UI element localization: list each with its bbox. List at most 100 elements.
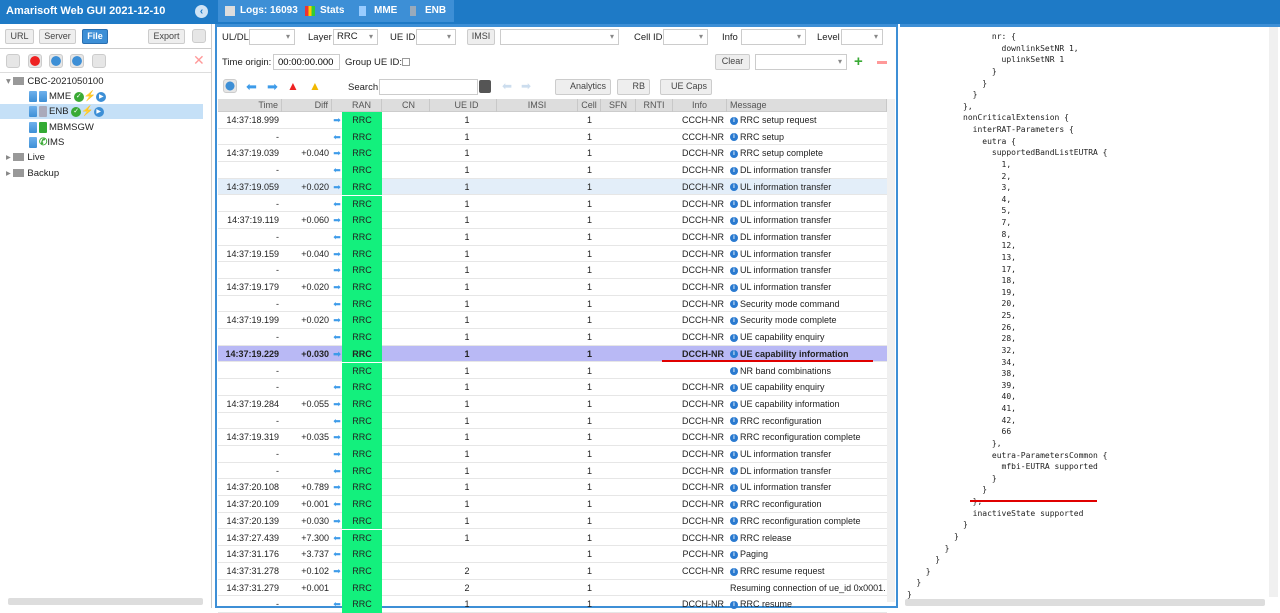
table-row[interactable]: - ⬅ RRC 1 1 DCCH-NR i DL information transfer [218, 195, 887, 213]
info-icon[interactable]: i [730, 534, 738, 543]
info-icon[interactable]: i [730, 350, 738, 359]
server-button[interactable]: Server [39, 29, 76, 44]
uldl-select[interactable] [249, 29, 295, 45]
wrench-icon[interactable] [6, 54, 20, 68]
horizontal-scrollbar[interactable] [8, 598, 203, 605]
info-icon[interactable]: i [730, 567, 738, 576]
analytics-button[interactable]: Analytics [555, 79, 611, 95]
info-icon[interactable]: i [730, 200, 738, 209]
time-origin-input[interactable] [273, 54, 340, 70]
settings-icon[interactable] [192, 29, 206, 43]
info-icon[interactable]: i [730, 500, 738, 509]
close-icon[interactable]: ✕ [193, 52, 205, 69]
search-next-icon[interactable]: ➡ [521, 79, 531, 93]
table-row[interactable]: 14:37:27.439 +7.300 ⬅ RRC 1 1 DCCH-NR i RRC rele… [218, 529, 887, 547]
tree-item-ims[interactable]: ✆IMS [29, 135, 64, 150]
info-icon[interactable]: i [730, 400, 738, 409]
table-row[interactable]: 14:37:19.039 +0.040 ➡ RRC 1 1 DCCH-NR i RRC setu… [218, 145, 887, 163]
play-icon[interactable]: ▶ [96, 91, 107, 102]
tab-stats[interactable]: Stats [298, 0, 354, 22]
table-row[interactable]: 14:37:31.176 +3.737 ⬅ RRC 1 PCCH-NR i Paging [218, 546, 887, 563]
table-row[interactable]: 14:37:18.999 ➡ RRC 1 1 CCCH-NR i RRC setup requ… [218, 112, 887, 129]
url-button[interactable]: URL [5, 29, 34, 44]
info-icon[interactable]: i [730, 417, 738, 426]
level-select[interactable] [841, 29, 883, 45]
info-icon[interactable]: i [730, 300, 738, 309]
cellid-select[interactable] [663, 29, 708, 45]
horizontal-scrollbar[interactable] [905, 599, 1265, 606]
info-icon[interactable]: i [730, 467, 738, 476]
table-row[interactable]: 14:37:19.319 +0.035 ➡ RRC 1 1 DCCH-NR i RRC reco… [218, 429, 887, 446]
file-button[interactable]: File [82, 29, 108, 44]
info-icon[interactable]: i [730, 133, 738, 142]
info-icon[interactable]: i [730, 367, 738, 376]
info-icon[interactable]: i [730, 317, 738, 326]
table-row[interactable]: - ⬅ RRC 1 1 DCCH-NR i RRC reconfiguration [218, 412, 887, 430]
table-row[interactable]: 14:37:20.109 +0.001 ⬅ RRC 1 1 DCCH-NR i RRC reco… [218, 496, 887, 513]
arrow-left-icon[interactable]: ⬅ [246, 79, 257, 95]
search-prev-icon[interactable]: ⬅ [502, 79, 512, 93]
export-button[interactable]: Export [148, 29, 185, 44]
table-row[interactable]: - ⬅ RRC 1 1 DCCH-NR i DL information transfer [218, 228, 887, 246]
column-header-diff[interactable]: Diff [282, 99, 332, 112]
info-select[interactable] [741, 29, 806, 45]
info-icon[interactable]: i [730, 333, 738, 342]
info-icon[interactable]: i [730, 116, 738, 125]
info-icon[interactable]: i [730, 484, 738, 493]
column-header-cell[interactable]: Cell [578, 99, 601, 112]
info-icon[interactable]: i [730, 450, 738, 459]
collapse-panel-button[interactable]: ‹ [195, 5, 208, 18]
group-ueid-checkbox[interactable] [402, 58, 410, 66]
column-header-time[interactable]: Time [218, 99, 282, 112]
table-row[interactable]: - ➡ RRC 1 1 DCCH-NR i UL information transfer [218, 446, 887, 463]
filter-preset-select[interactable] [755, 54, 847, 70]
table-row[interactable]: 14:37:19.284 +0.055 ➡ RRC 1 1 DCCH-NR i UE capab… [218, 395, 887, 413]
info-icon[interactable]: i [730, 433, 738, 442]
table-row[interactable]: 14:37:19.059 +0.020 ➡ RRC 1 1 DCCH-NR i UL infor… [218, 178, 887, 196]
info-icon[interactable]: i [730, 150, 738, 159]
tree-root[interactable]: ▾ CBC-2021050100 [6, 74, 103, 89]
column-header-ue-id[interactable]: UE ID [437, 99, 497, 112]
tree-folder-backup[interactable]: ▸ Backup [6, 166, 59, 181]
add-icon[interactable]: + [854, 54, 863, 69]
info-icon[interactable]: i [730, 166, 738, 175]
tree-item-mbmsgw[interactable]: MBMSGW [29, 120, 94, 135]
column-header-rnti[interactable]: RNTI [636, 99, 673, 112]
column-header-ran[interactable]: RAN [342, 99, 382, 112]
info-icon[interactable]: i [730, 183, 738, 192]
info-icon[interactable]: i [730, 517, 738, 526]
clock-icon[interactable] [223, 79, 237, 93]
tree-item-enb[interactable]: ENB ✓ ⚡ ▶ [0, 104, 203, 119]
info-icon[interactable]: i [730, 283, 738, 292]
error-icon[interactable]: ▲ [287, 79, 299, 93]
info-icon[interactable]: i [730, 550, 738, 559]
table-row[interactable]: - ⬅ RRC 1 1 CCCH-NR i RRC setup [218, 128, 887, 146]
warning-icon[interactable]: ▲ [309, 79, 321, 93]
table-row[interactable]: - ⬅ RRC 1 1 DCCH-NR i Security mode command [218, 295, 887, 313]
table-row[interactable]: 14:37:20.108 +0.789 ➡ RRC 1 1 DCCH-NR i UL infor… [218, 479, 887, 497]
table-row[interactable]: 14:37:19.199 +0.020 ➡ RRC 1 1 DCCH-NR i Security… [218, 312, 887, 330]
remove-icon[interactable] [877, 61, 887, 64]
table-row[interactable]: - ➡ RRC 1 1 DCCH-NR i UL information transfer [218, 262, 887, 279]
column-header-sfn[interactable]: SFN [601, 99, 636, 112]
ue-caps-button[interactable]: UE Caps [660, 79, 712, 95]
column-header-message[interactable]: Message [727, 99, 887, 112]
layer-select[interactable]: RRC [333, 29, 378, 45]
table-row[interactable]: - ⬅ RRC 1 1 DCCH-NR i DL information transfer [218, 462, 887, 480]
tree-item-mme[interactable]: MME ✓ ⚡ ▶ [29, 89, 107, 104]
vertical-scrollbar[interactable] [1269, 27, 1278, 597]
table-row[interactable]: 14:37:19.159 +0.040 ➡ RRC 1 1 DCCH-NR i UL infor… [218, 245, 887, 263]
table-row[interactable]: - ⬅ RRC 1 1 DCCH-NR i DL information transfer [218, 162, 887, 179]
arrow-right-icon[interactable]: ➡ [267, 79, 278, 95]
stop-icon[interactable] [28, 54, 42, 68]
info-icon[interactable]: i [730, 250, 738, 259]
clear-button[interactable]: Clear [715, 54, 750, 70]
table-row[interactable]: - ⬅ RRC 1 1 DCCH-NR i RRC resume [218, 596, 887, 613]
refresh-icon[interactable] [49, 54, 63, 68]
info-icon[interactable]: i [730, 233, 738, 242]
table-row[interactable]: - ⬅ RRC 1 1 DCCH-NR i UE capability enquiry [218, 379, 887, 396]
table-row[interactable]: 14:37:19.179 +0.020 ➡ RRC 1 1 DCCH-NR i UL infor… [218, 279, 887, 296]
rb-button[interactable]: RB [617, 79, 650, 95]
imsi-select[interactable] [500, 29, 619, 45]
vertical-scrollbar[interactable] [887, 99, 895, 602]
